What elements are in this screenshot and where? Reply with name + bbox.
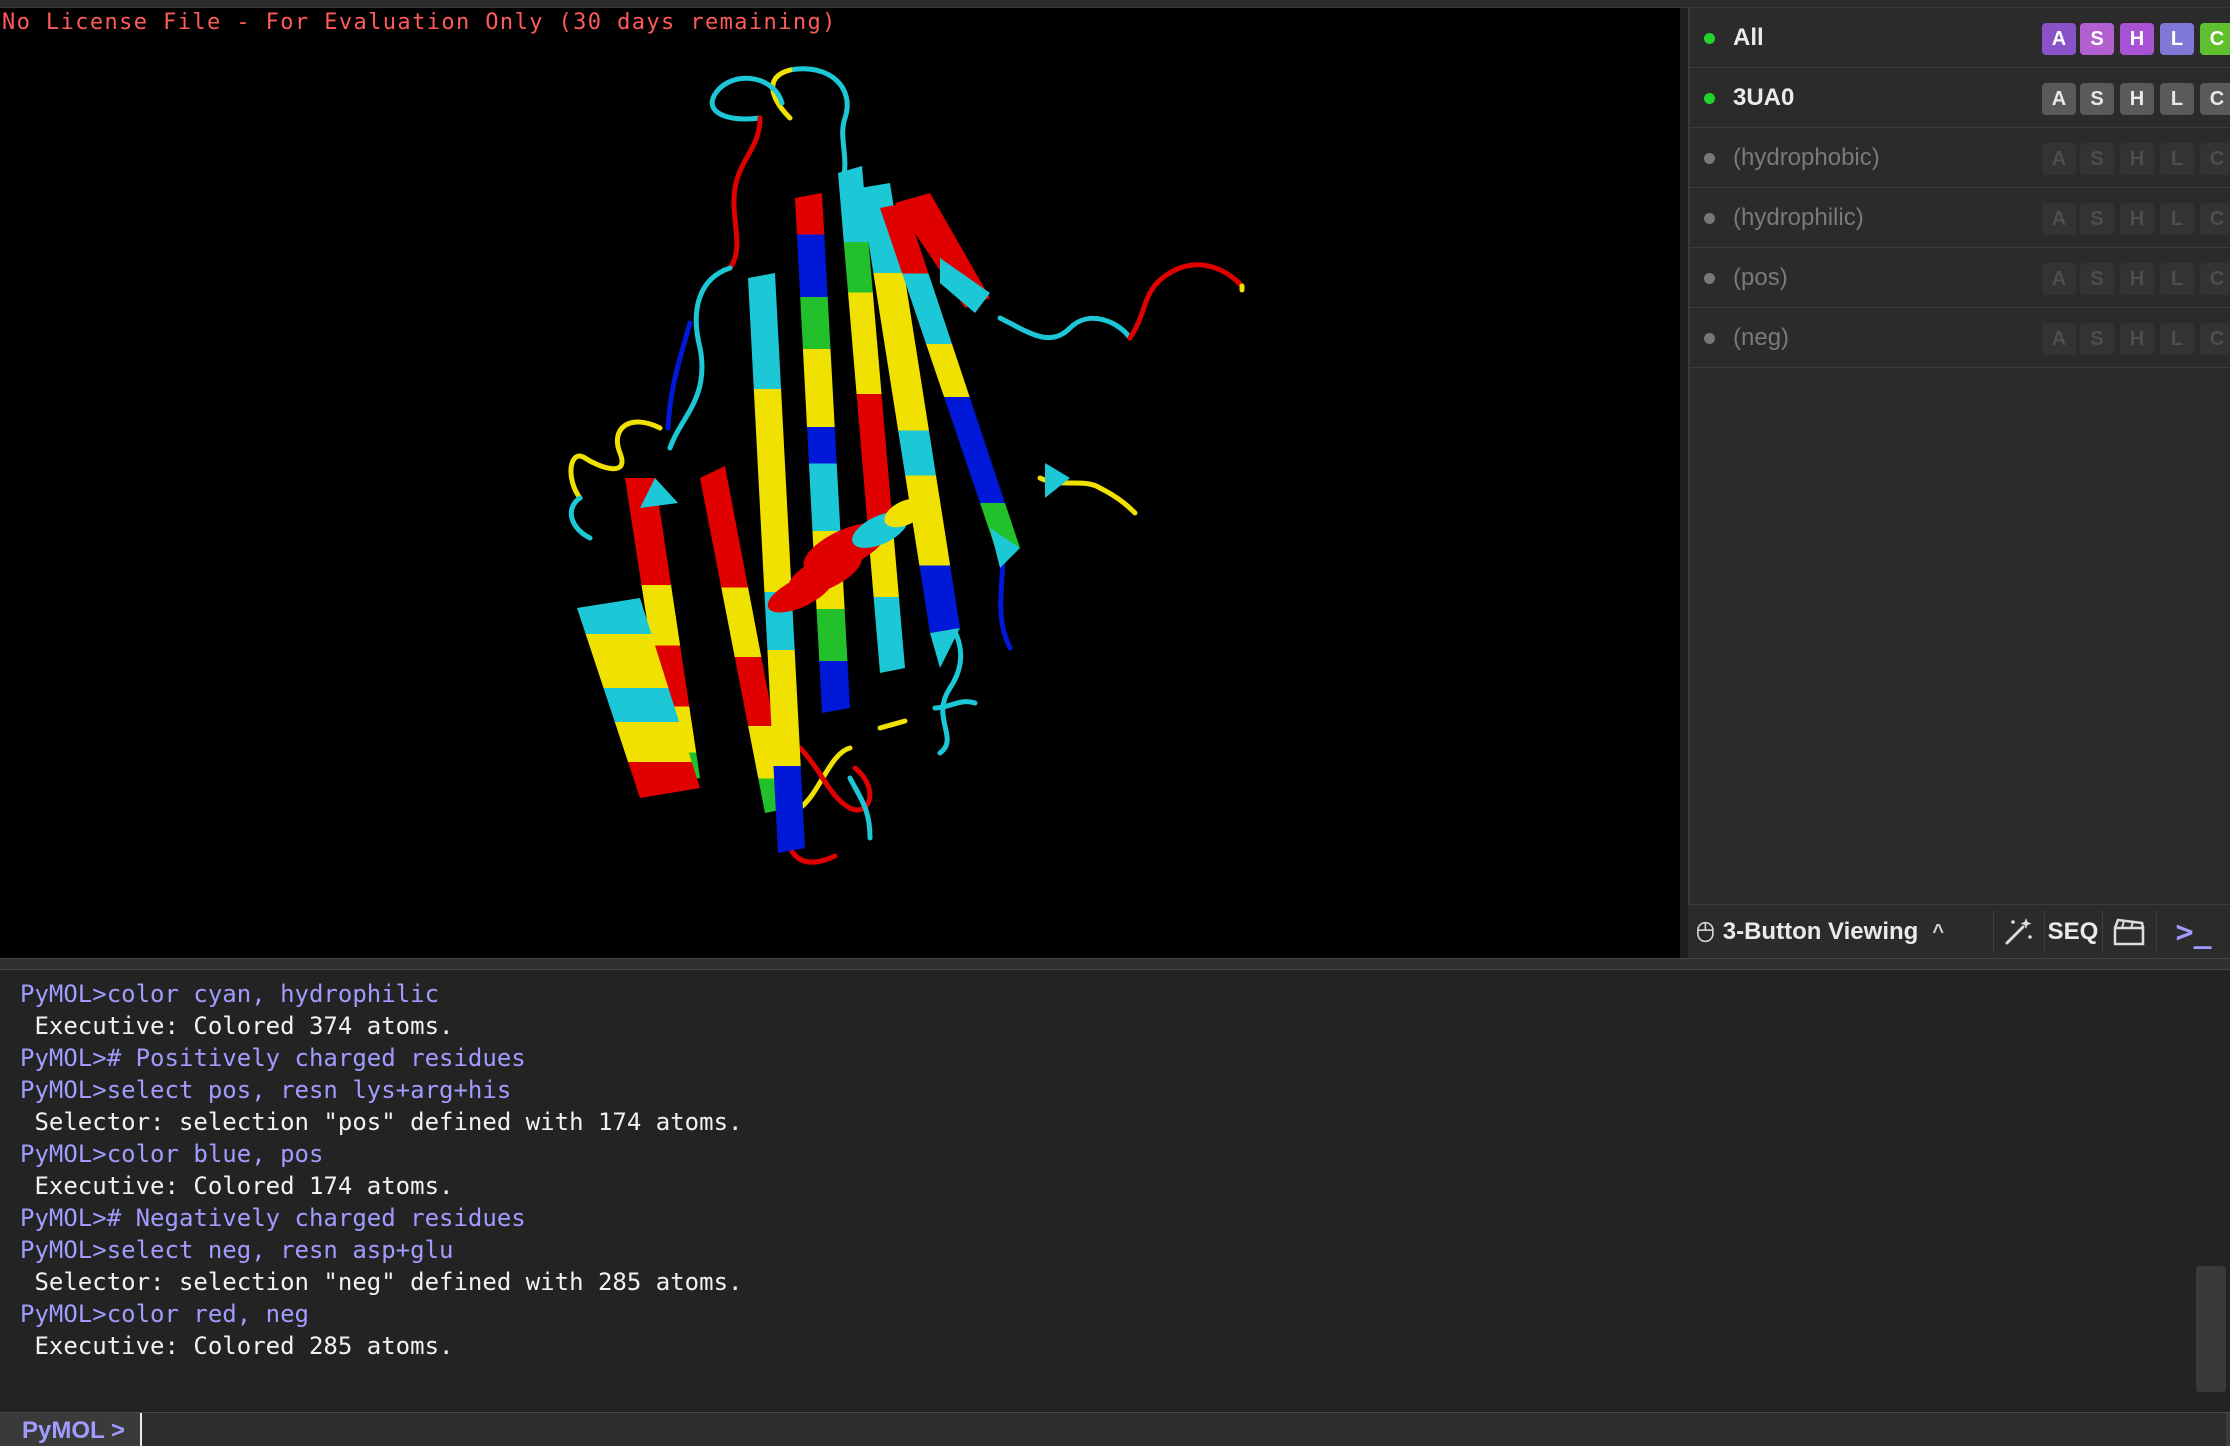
action-button-s[interactable]: S [2080,263,2114,295]
object-name[interactable]: (hydrophilic) [1733,204,1864,232]
action-button-a[interactable]: A [2042,203,2076,235]
action-button-a[interactable]: A [2042,323,2076,355]
action-button-h[interactable]: H [2120,263,2154,295]
caret-up-icon: ^ [1932,920,1944,943]
action-button-s[interactable]: S [2080,83,2114,115]
action-button-l[interactable]: L [2160,263,2194,295]
object-row[interactable]: (hydrophilic) A S H L C [1690,188,2230,248]
action-button-h[interactable]: H [2120,203,2154,235]
object-row[interactable]: All A S H L C [1690,8,2230,68]
action-button-a[interactable]: A [2042,263,2076,295]
license-warning: No License File - For Evaluation Only (3… [2,10,837,35]
magic-wand-icon [2005,918,2032,945]
protein-cartoon[interactable] [0,8,1680,958]
console-command-line: PyMOL>select neg, resn asp+glu [20,1236,454,1264]
enabled-dot-icon[interactable] [1704,93,1715,104]
console-output-line: Executive: Colored 374 atoms. [20,1012,454,1040]
action-button-h[interactable]: H [2120,143,2154,175]
object-row[interactable]: (pos) A S H L C [1690,248,2230,308]
enabled-dot-icon[interactable] [1704,333,1715,344]
console-output-line: Executive: Colored 174 atoms. [20,1172,454,1200]
enabled-dot-icon[interactable] [1704,153,1715,164]
action-button-c[interactable]: C [2200,83,2230,115]
action-button-l[interactable]: L [2160,203,2194,235]
action-button-c[interactable]: C [2200,203,2230,235]
action-button-l[interactable]: L [2160,143,2194,175]
action-button-l[interactable]: L [2160,323,2194,355]
movie-button[interactable] [2103,905,2155,959]
enabled-dot-icon[interactable] [1704,213,1715,224]
action-button-s[interactable]: S [2080,323,2114,355]
console-output-line: Selector: selection "neg" defined with 2… [20,1268,743,1296]
enabled-dot-icon[interactable] [1704,273,1715,284]
object-name[interactable]: (hydrophobic) [1733,144,1880,172]
viewer-toolbar: 3-Button Viewing ^ SEQ >_ [1688,904,2230,958]
mouse-mode-button[interactable]: 3-Button Viewing ^ [1696,905,1944,959]
console-output-line: Executive: Colored 285 atoms. [20,1332,454,1360]
action-button-h[interactable]: H [2120,83,2154,115]
console-command-line: PyMOL>select pos, resn lys+arg+his [20,1076,512,1104]
object-name[interactable]: (pos) [1733,264,1788,292]
console-command-line: PyMOL># Negatively charged residues [20,1204,526,1232]
prompt-label: PyMOL > [22,1417,125,1444]
console-scrollbar[interactable] [2196,1266,2226,1392]
action-button-s[interactable]: S [2080,23,2114,55]
action-button-c[interactable]: C [2200,143,2230,175]
action-button-c[interactable]: C [2200,263,2230,295]
console-command-line: PyMOL># Positively charged residues [20,1044,526,1072]
mouse-icon [1697,921,1714,943]
object-row[interactable]: (hydrophobic) A S H L C [1690,128,2230,188]
console-output-line: Selector: selection "pos" defined with 1… [20,1108,743,1136]
top-strip [0,0,2230,8]
console-command-line: PyMOL>color cyan, hydrophilic [20,980,440,1008]
object-row[interactable]: 3UA0 A S H L C [1690,68,2230,128]
action-button-s[interactable]: S [2080,143,2114,175]
object-name[interactable]: (neg) [1733,324,1789,352]
action-button-a[interactable]: A [2042,143,2076,175]
mouse-mode-label: 3-Button Viewing [1722,918,1919,945]
molecule-viewport[interactable]: No License File - For Evaluation Only (3… [0,8,1680,958]
wizard-button[interactable] [1994,905,2042,959]
action-button-h[interactable]: H [2120,23,2154,55]
console-command-line: PyMOL>color blue, pos [20,1140,324,1168]
object-row[interactable]: (neg) A S H L C [1690,308,2230,368]
action-button-a[interactable]: A [2042,23,2076,55]
panel-divider[interactable] [0,958,2230,970]
action-button-s[interactable]: S [2080,203,2114,235]
action-button-h[interactable]: H [2120,323,2154,355]
console-command-line: PyMOL>color red, neg [20,1300,309,1328]
beta-strand [795,193,850,713]
sequence-button[interactable]: SEQ [2045,905,2101,959]
object-name[interactable]: 3UA0 [1733,84,1794,112]
command-prompt-bar: PyMOL > [0,1412,2230,1446]
object-name[interactable]: All [1733,24,1764,52]
action-button-l[interactable]: L [2160,23,2194,55]
command-input[interactable] [140,1413,2226,1446]
action-button-a[interactable]: A [2042,83,2076,115]
enabled-dot-icon[interactable] [1704,33,1715,44]
console-toggle-button[interactable]: >_ [2157,905,2230,959]
action-button-c[interactable]: C [2200,323,2230,355]
action-button-l[interactable]: L [2160,83,2194,115]
action-button-c[interactable]: C [2200,23,2230,55]
object-panel: All A S H L C 3UA0 A S H L C (hydrophobic) A S H L C (hydr… [1688,8,2230,958]
console-output: PyMOL>color cyan, hydrophilic Executive:… [0,970,2230,1412]
clapperboard-icon [2113,918,2145,946]
